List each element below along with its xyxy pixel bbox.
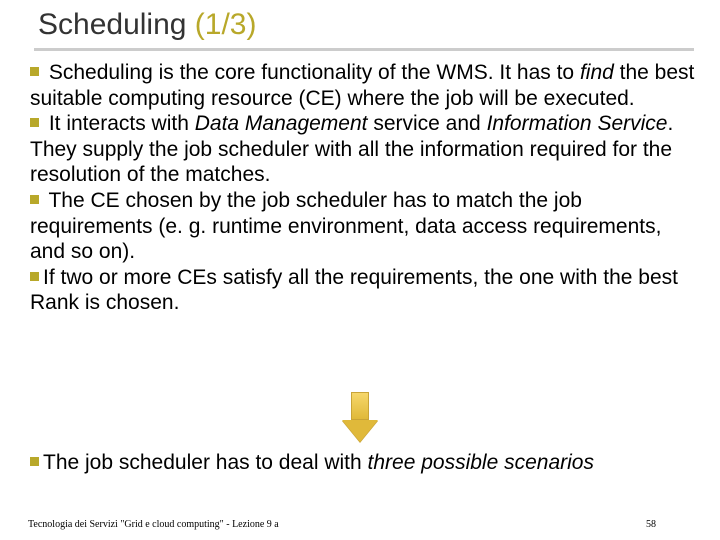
text: Scheduling is the core functionality of … <box>43 61 580 84</box>
text: It interacts with <box>43 112 195 135</box>
body-text: Scheduling is the core functionality of … <box>30 60 700 316</box>
page-title: Scheduling (1/3) <box>38 8 256 42</box>
slide: Scheduling (1/3) Scheduling is the core … <box>0 0 720 540</box>
bullet-1: Scheduling is the core functionality of … <box>30 60 700 111</box>
bullet-icon <box>30 118 39 127</box>
bullet-icon <box>30 457 39 466</box>
text: The job scheduler has to deal with <box>43 451 368 474</box>
text: If two or more CEs satisfy all the requi… <box>30 266 678 315</box>
title-underline <box>34 48 694 51</box>
footer-left: Tecnologia dei Servizi "Grid e cloud com… <box>28 519 279 530</box>
title-counter: (1/3) <box>195 8 257 41</box>
text: service and <box>368 112 487 135</box>
bullet-icon <box>30 67 39 76</box>
italic: Information Service <box>487 112 668 135</box>
bullet-3: The CE chosen by the job scheduler has t… <box>30 188 700 265</box>
down-arrow-container <box>0 392 720 447</box>
italic: find <box>580 61 614 84</box>
bullet-icon <box>30 195 39 204</box>
bullet-4: If two or more CEs satisfy all the requi… <box>30 265 700 316</box>
italic: three possible scenarios <box>368 451 594 474</box>
italic: Data Management <box>195 112 368 135</box>
footer-page-number: 58 <box>646 519 656 530</box>
title-main: Scheduling <box>38 8 186 41</box>
text: The CE chosen by the job scheduler has t… <box>30 189 661 263</box>
down-arrow-icon <box>342 392 378 442</box>
bullet-2: It interacts with Data Management servic… <box>30 111 700 188</box>
closing-line: The job scheduler has to deal with three… <box>30 450 700 476</box>
bullet-icon <box>30 272 39 281</box>
